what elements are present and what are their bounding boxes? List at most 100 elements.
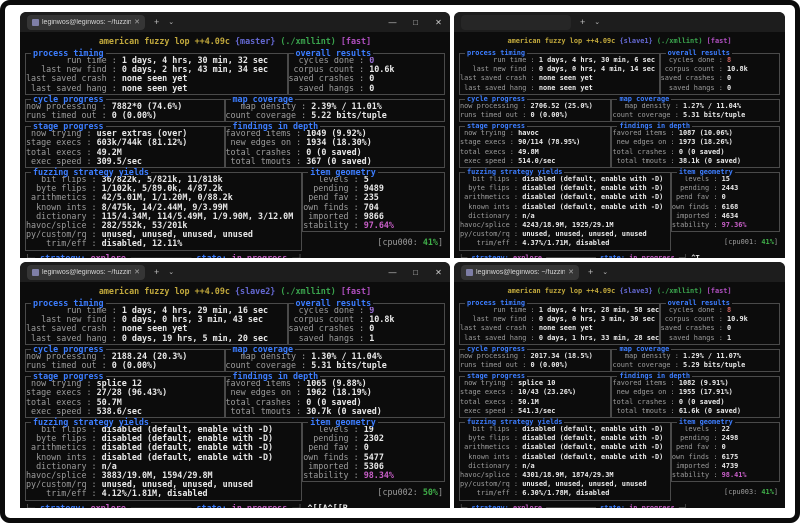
afl-footer: └─ strategy: explore ──────────── state:… [25, 504, 445, 508]
stat-value: 0 (0 saved) [678, 147, 725, 156]
separator: : [709, 425, 722, 434]
stat-label: saved crashes [660, 324, 715, 333]
stat-row: now processing : 2017.34 (18.5%) [460, 352, 608, 361]
separator: : [291, 405, 307, 416]
section-findings-in-depth: findings in depth favored items : 1082 (9… [611, 372, 780, 419]
maximize-button[interactable]: □ [404, 18, 427, 27]
section-title: cycle progress [465, 344, 528, 353]
stat-value: 98.34% [363, 470, 394, 481]
tab-dropdown-icon[interactable]: ⌄ [594, 18, 600, 26]
new-tab-button[interactable]: + [580, 17, 585, 27]
stat-row: dictionary : n/a [460, 462, 668, 471]
stat-label: new edges on [616, 388, 667, 397]
stat-row: now trying : havoc [460, 129, 608, 138]
tab-dropdown-icon[interactable]: ⌄ [168, 268, 174, 276]
stat-row: saved hangs : 0 [289, 82, 443, 93]
terminal-tab[interactable]: leginwos@leginwos: ~/fuzzin ✕ [27, 14, 145, 30]
minimize-button[interactable]: — [381, 268, 404, 277]
section-findings-in-depth: findings in depth favored items : 1049 (9… [224, 122, 445, 169]
stat-value: 49.8M [518, 147, 539, 156]
section-map-coverage: map coverage map density : 1.30% / 11.04%… [224, 345, 445, 373]
tab-close-icon[interactable]: ✕ [134, 18, 140, 26]
section-fuzzing-strategy-yields: fuzzing strategy yields bit flips : disab… [459, 168, 671, 251]
stat-row: count coverage : 5.31 bits/tuple [612, 111, 777, 120]
stat-label: bit flips [472, 175, 510, 184]
stat-row: favored items : 1087 (10.06%) [612, 129, 777, 138]
stat-row: total tmouts : 30.7k (0 saved) [226, 405, 443, 416]
tab-close-icon[interactable]: ✕ [568, 268, 574, 276]
stat-row: count coverage : 5.22 bits/tuple [225, 110, 443, 121]
separator: : [518, 361, 531, 370]
terminal-tab[interactable]: leginwos@leginwos: ~/fuzzin ✕ [27, 264, 145, 280]
new-tab-button[interactable]: + [154, 267, 159, 277]
footer-border: ──────────── [546, 253, 601, 258]
separator: : [505, 379, 519, 388]
section-cycle-progress: cycle progress now processing : 7882*0 (7… [25, 95, 225, 123]
stat-value: 10.9k [727, 315, 748, 324]
stat-row: stability : 97.64% [303, 220, 442, 231]
stat-row: exec speed : 514.0/sec [460, 157, 608, 166]
section-process-timing: process timing run time : 1 days, 4 hrs, … [25, 49, 288, 95]
state-value: in progress [227, 504, 293, 508]
stat-row: dictionary : n/a [460, 212, 668, 221]
new-tab-button[interactable]: + [154, 17, 159, 27]
afl-banner: american fuzzy lop ++4.09c {slave1} (./x… [459, 36, 780, 46]
separator: : [106, 82, 122, 93]
afl-banner: american fuzzy lop ++4.09c {slave2} (./x… [25, 286, 445, 296]
stat-value: 97.64% [363, 220, 394, 231]
section-title: map coverage [230, 93, 296, 104]
section-item-geometry: item geometry levels : 5 pending : 9489 pen… [302, 168, 445, 233]
stat-label: saved hangs [668, 83, 715, 92]
tab-dropdown-icon[interactable]: ⌄ [168, 18, 174, 26]
stat-value: 0 [369, 82, 375, 93]
separator: : [709, 443, 722, 452]
stat-row: py/custom/rq : unused, unused, unused, u… [460, 480, 668, 489]
state-label: state: [196, 504, 226, 508]
banner-text: american fuzzy lop ++4.09c [507, 37, 616, 45]
minimize-button[interactable]: — [381, 18, 404, 27]
stat-row: stability : 98.41% [672, 471, 777, 480]
power-schedule: [fast] [340, 36, 372, 46]
stat-value: disabled, 12.11% [101, 238, 183, 249]
separator: : [509, 480, 523, 489]
stat-value: 2443 [721, 184, 739, 193]
separator: : [714, 74, 727, 83]
separator: : [518, 101, 531, 110]
geometry-column: item geometry levels : 22 pending : 2498 pe… [670, 418, 780, 497]
separator: : [526, 83, 539, 92]
stat-label: total execs [460, 397, 506, 406]
stat-value: 4.37%/1.71M, disabled [522, 239, 610, 248]
stat-label: levels [684, 175, 710, 184]
maximize-button[interactable]: □ [404, 268, 427, 277]
section-process-timing: process timing run time : 1 days, 4 hrs, … [459, 49, 660, 95]
stat-label: known ints [468, 202, 510, 211]
new-tab-button[interactable]: + [588, 267, 593, 277]
stat-value: disabled (default, enable with -D) [101, 451, 274, 462]
target-binary: (./xmllint) [656, 37, 703, 45]
close-button[interactable]: ✕ [427, 18, 450, 27]
terminal-tab[interactable]: leginwos@leginwos: ~/fuzzin ✕ [461, 264, 579, 280]
stat-label: pend fav [675, 443, 710, 452]
section-overall-results: overall results cycles done : 9 corpus cou… [287, 299, 445, 345]
tab-close-icon[interactable]: ✕ [134, 268, 140, 276]
close-button[interactable]: ✕ [427, 268, 450, 277]
cpu-percent: 50% [422, 487, 438, 498]
section-title: map coverage [230, 343, 296, 354]
stat-value: 6.30%/1.78M, disabled [522, 489, 610, 498]
section-process-timing: process timing run time : 1 days, 4 hrs, … [459, 299, 660, 345]
row-cycle-map: cycle progress now processing : 2188.24 (… [25, 345, 445, 373]
stat-row: runs timed out : 0 (0.00%) [26, 360, 222, 370]
stat-row: run time : 1 days, 4 hrs, 28 min, 58 sec [460, 306, 659, 315]
stat-label: known ints [468, 452, 510, 461]
stat-row: last saved crash : none seen yet [460, 74, 657, 83]
separator: : [666, 129, 679, 138]
stat-label: new edges on [616, 138, 667, 147]
separator: : [505, 147, 519, 156]
inactive-tab[interactable] [461, 14, 571, 30]
terminal-icon [32, 268, 39, 276]
stat-row: byte flips : disabled (default, enable w… [460, 184, 668, 193]
stat-row: trim/eff : 4.12%/1.81M, disabled [26, 489, 299, 498]
tab-dropdown-icon[interactable]: ⌄ [602, 268, 608, 276]
separator: : [714, 333, 727, 342]
stat-label: count coverage [225, 110, 297, 121]
